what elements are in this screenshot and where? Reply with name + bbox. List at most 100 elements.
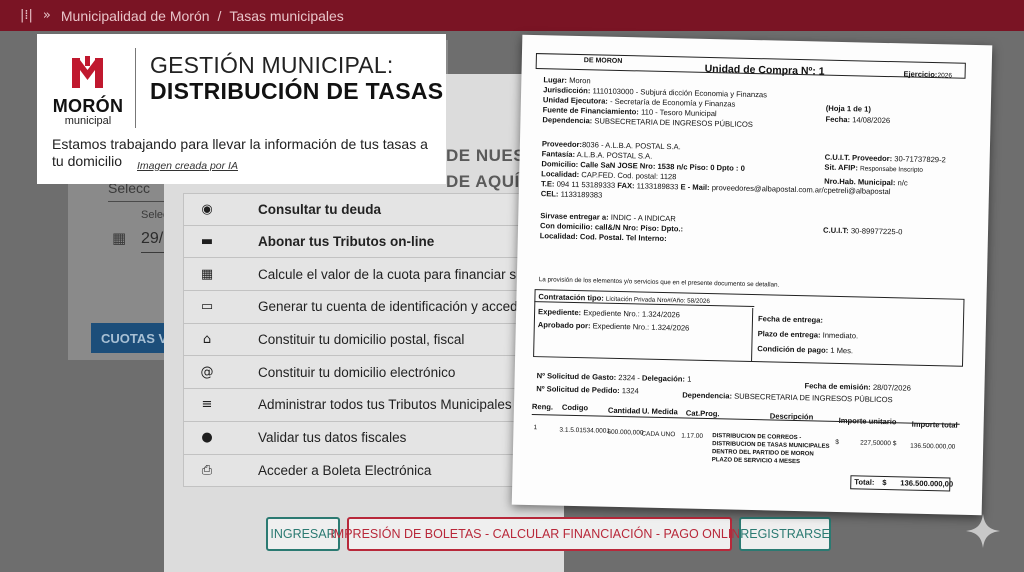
doc-cel-value: 1133189383 <box>560 189 603 200</box>
menu-item-label: Constituir tu domicilio electrónico <box>258 364 456 380</box>
logo-subtitle: municipal <box>64 115 112 127</box>
calendar-icon[interactable]: ▦ <box>112 229 126 247</box>
doc-te-label: T.E: <box>540 179 555 189</box>
header-divider <box>135 48 136 128</box>
doc-ejercicio: 2026 <box>937 72 953 80</box>
registrarse-button[interactable]: REGISTRARSE <box>739 517 831 551</box>
menu-item-generar-cuenta[interactable]: ▭ Generar tu cuenta de identificación y … <box>183 291 543 324</box>
row-unit-currency: $ <box>835 438 839 447</box>
doc-unidad-ejec-label: Unidad Ejecutora: <box>542 95 608 106</box>
menu-item-label: Administrar todos tus Tributos Municipal… <box>258 397 512 413</box>
header-card: MORÓN municipal GESTIÓN MUNICIPAL: DISTR… <box>37 34 446 184</box>
table-header-codigo: Codigo <box>561 402 589 413</box>
doc-fecha-value: 14/08/2026 <box>852 115 891 126</box>
eye-icon: ◉ <box>201 201 213 217</box>
list-icon: ≡ <box>201 397 213 413</box>
top-bar: |⁞| » Municipalidad de Morón / Tasas mun… <box>0 0 1024 31</box>
doc-cuit-prov-value: 30-71737829-2 <box>894 154 946 165</box>
menu-item-boleta-electronica[interactable]: ⎙ Acceder a Boleta Electrónica <box>183 454 543 488</box>
row-unit: 227,50000 $ <box>860 439 897 448</box>
doc-domicilio-label: Domicilio: <box>541 159 579 170</box>
cuotas-button[interactable]: CUOTAS VI <box>91 323 171 353</box>
services-menu: ◉ Consultar tu deuda ▬ Abonar tus Tribut… <box>183 193 543 488</box>
doc-lugar-label: Lugar: <box>543 75 568 85</box>
doc-nro-hab: Nro.Hab. Municipal: n/c <box>824 177 908 188</box>
info-icon: ● <box>201 430 213 446</box>
menu-item-calcular-cuota[interactable]: ▦ Calcule el valor de la cuota para fina… <box>183 258 543 292</box>
doc-solicitud-gasto-label: Nº Solicitud de Gasto: <box>536 371 617 382</box>
menu-item-domicilio-electronico[interactable]: @ Constituir tu domicilio electrónico <box>183 356 543 390</box>
doc-con-domicilio-label: Con domicilio: <box>539 221 593 232</box>
header-message: Estamos trabajando para llevar la inform… <box>52 136 428 169</box>
menu-item-label: Generar tu cuenta de identificación y ac… <box>258 299 543 315</box>
menu-item-label: Constituir tu domicilio postal, fiscal <box>258 332 465 348</box>
menu-item-validar-datos[interactable]: ● Validar tus datos fiscales <box>183 421 543 455</box>
menu-item-domicilio-postal[interactable]: ⌂ Constituir tu domicilio postal, fiscal <box>183 323 543 357</box>
doc-fecha-emision-label: Fecha de emisión: <box>804 381 871 392</box>
doc-cel-label: CEL: <box>540 189 559 199</box>
doc-proveedor-label: Proveedor: <box>541 139 583 150</box>
printer-icon: ⎙ <box>201 462 213 478</box>
doc-dependencia2-label: Dependencia: <box>682 390 733 401</box>
doc-lugar-value: Moron <box>569 75 591 86</box>
doc-sit-afip-label: Sit. AFIP: <box>824 162 859 173</box>
ai-image-note: Imagen creada por IA <box>137 160 238 172</box>
doc-fecha: Fecha: 14/08/2026 <box>825 115 890 125</box>
ingresar-button[interactable]: INGRESAR <box>266 517 340 551</box>
doc-dependencia-label: Dependencia: <box>542 115 593 126</box>
doc-lugar: Lugar: Moron <box>543 75 590 85</box>
doc-plazo-label: Plazo de entrega: <box>757 329 821 340</box>
double-chevron-icon: » <box>42 8 51 23</box>
doc-plazo-value: Inmediato. <box>822 330 859 341</box>
menu-item-consultar-deuda[interactable]: ◉ Consultar tu deuda <box>183 193 543 226</box>
row-total: 136.500.000,00 <box>910 442 956 451</box>
menu-item-label: Acceder a Boleta Electrónica <box>258 462 432 478</box>
doc-localidad-label: Localidad: <box>541 169 580 180</box>
doc-total-currency: $ <box>882 478 887 488</box>
doc-fecha-entrega-label: Fecha de entrega: <box>757 314 824 325</box>
breadcrumb-home[interactable]: Municipalidad de Morón <box>61 8 210 24</box>
doc-sirvase-label: Sirvase entregar a: <box>540 211 609 222</box>
doc-fantasia-value: A.L.B.A. POSTAL S.A. <box>576 149 653 161</box>
doc-delegacion-value: 1 <box>687 374 692 384</box>
menu-item-label: Validar tus datos fiscales <box>258 430 407 446</box>
doc-cuit-value: 30-89977225-0 <box>850 226 903 237</box>
doc-cuit-prov-label: C.U.I.T. Proveedor: <box>824 152 893 164</box>
doc-total-label: Total: <box>854 477 875 487</box>
doc-ejercicio-label: Ejercicio: <box>903 69 938 80</box>
row-medida: CADA UNO <box>641 430 676 439</box>
credit-card-icon: ▬ <box>200 234 214 250</box>
laptop-icon: ▭ <box>200 299 214 315</box>
doc-cel: CEL: 1133189383 <box>541 189 603 199</box>
breadcrumb-current: Tasas municipales <box>229 7 344 24</box>
home-icon: ⌂ <box>202 332 212 348</box>
calculator-icon: ▦ <box>200 266 214 282</box>
doc-delegacion-label: Delegación: <box>641 373 686 384</box>
breadcrumb-separator: / <box>217 7 222 24</box>
doc-cuit-label: C.U.I.T: <box>822 225 849 236</box>
purchase-order-document: DE MORON Unidad de Compra Nº: 1 Ejercici… <box>511 34 993 516</box>
menu-item-label: Consultar tu deuda <box>258 201 382 217</box>
doc-jurisdiccion-label: Jurisdicción: <box>543 85 591 96</box>
table-header-medida: U. Medida <box>641 406 678 417</box>
sidebar-toggle-icon[interactable]: |⁞| <box>20 8 33 23</box>
doc-sirvase-value: INDIC - A INDICAR <box>610 212 676 224</box>
doc-contratacion-label: Contratación tipo: <box>538 292 604 303</box>
moron-logo-icon <box>72 56 103 88</box>
menu-item-label: Calcule el valor de la cuota para financ… <box>258 266 543 282</box>
doc-org: DE MORON <box>583 57 623 66</box>
doc-email-label: E - Mail: <box>680 182 710 193</box>
menu-item-administrar-tributos[interactable]: ≡ Administrar todos tus Tributos Municip… <box>183 389 543 422</box>
row-reng: 1 <box>533 424 538 432</box>
doc-nro-hab-label: Nro.Hab. Municipal: <box>824 176 896 188</box>
row-descripcion: DISTRIBUCION DE CORREOS - DISTRIBUCION D… <box>712 432 830 467</box>
doc-sit-afip-value: Responsabe Inscripto <box>859 165 923 174</box>
at-sign-icon: @ <box>200 364 214 380</box>
doc-condicion-value: 1 Mes. <box>830 345 854 356</box>
row-cantidad: 600.000,000 <box>607 428 644 437</box>
doc-solicitud-gasto-value: 2324 <box>618 372 636 383</box>
menu-item-abonar-tributos[interactable]: ▬ Abonar tus Tributos on-line <box>183 225 543 259</box>
menu-item-label: Abonar tus Tributos on-line <box>258 234 435 250</box>
doc-nro-hab-value: n/c <box>897 178 908 188</box>
impresion-boletas-button[interactable]: IMPRESIÓN DE BOLETAS - CALCULAR FINANCIA… <box>330 517 749 551</box>
